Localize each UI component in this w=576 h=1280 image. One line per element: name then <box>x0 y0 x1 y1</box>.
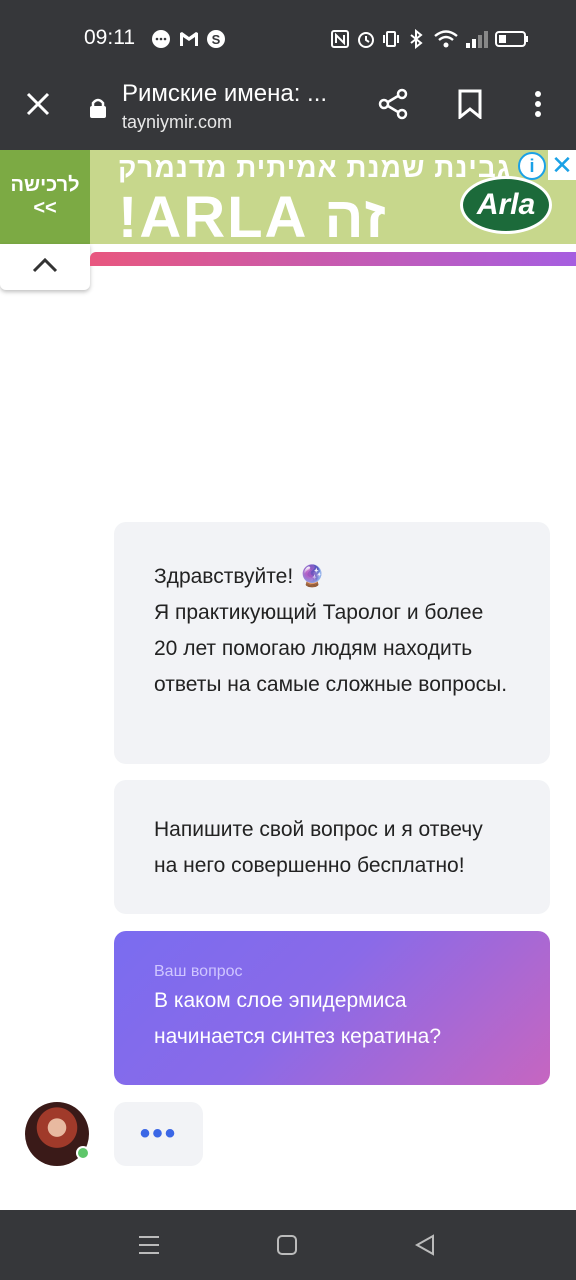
user-question-label: Ваш вопрос <box>154 963 243 980</box>
arla-logo: Arla <box>460 176 552 234</box>
arla-logo-text: Arla <box>476 188 536 221</box>
skype-icon: S <box>205 28 227 50</box>
user-question-text: В каком слое эпидермиса начинается синте… <box>154 989 442 1048</box>
ad-close-icon[interactable]: ✕ <box>548 150 576 180</box>
ad-buy-arrows: << <box>33 197 57 219</box>
page-url[interactable]: tayniymir.com <box>122 112 232 133</box>
browser-toolbar: Римские имена: ... tayniymir.com <box>0 70 576 150</box>
ad-tagline: גבינת שמנת אמיתית מדנמרק <box>118 152 512 183</box>
status-bar: 09:11 S <box>0 0 576 70</box>
home-icon[interactable] <box>272 1230 302 1260</box>
share-icon[interactable] <box>371 82 415 126</box>
greeting-message: Здравствуйте! 🔮 Я практикующий Таролог и… <box>114 522 550 764</box>
status-time: 09:11 <box>84 26 135 49</box>
collapse-ad-button[interactable] <box>0 244 90 290</box>
typing-indicator: ••• <box>114 1102 203 1166</box>
alarm-icon <box>355 28 377 50</box>
menu-icon[interactable] <box>134 1230 164 1260</box>
page-title[interactable]: Римские имена: ... <box>122 80 327 108</box>
nfc-icon <box>330 28 350 50</box>
signal-icon <box>464 28 490 50</box>
vibrate-icon <box>380 28 402 50</box>
chevron-up-icon <box>32 257 58 278</box>
online-status-dot <box>76 1146 90 1160</box>
gmail-icon <box>178 28 200 50</box>
ad-info-icon[interactable]: i <box>518 152 546 180</box>
greeting-body: Я практикующий Таролог и более 20 лет по… <box>154 601 508 696</box>
bluetooth-icon <box>406 28 426 50</box>
invite-text: Напишите свой вопрос и я отвечу на него … <box>154 818 483 877</box>
more-icon[interactable] <box>516 82 560 126</box>
ad-buy-button[interactable]: לרכישה << <box>0 150 90 244</box>
close-icon[interactable] <box>16 82 60 126</box>
bookmark-icon[interactable] <box>448 82 492 126</box>
back-icon[interactable] <box>410 1230 440 1260</box>
lock-icon <box>78 86 118 130</box>
header-gradient-bar <box>90 252 576 266</box>
ad-buy-label: לרכישה <box>10 174 80 196</box>
ad-banner[interactable]: לרכישה << גבינת שמנת אמיתית מדנמרק !ARLA… <box>0 150 576 244</box>
battery-icon <box>494 28 530 50</box>
chat-bubble-icon <box>150 28 172 50</box>
wifi-icon <box>432 28 460 50</box>
svg-text:S: S <box>212 32 221 47</box>
system-nav-bar <box>0 1210 576 1280</box>
user-question-message: Ваш вопрос В каком слое эпидермиса начин… <box>114 931 550 1085</box>
greeting-line: Здравствуйте! 🔮 <box>154 565 326 588</box>
ad-headline: !ARLA זה <box>118 185 388 244</box>
invite-message: Напишите свой вопрос и я отвечу на него … <box>114 780 550 914</box>
